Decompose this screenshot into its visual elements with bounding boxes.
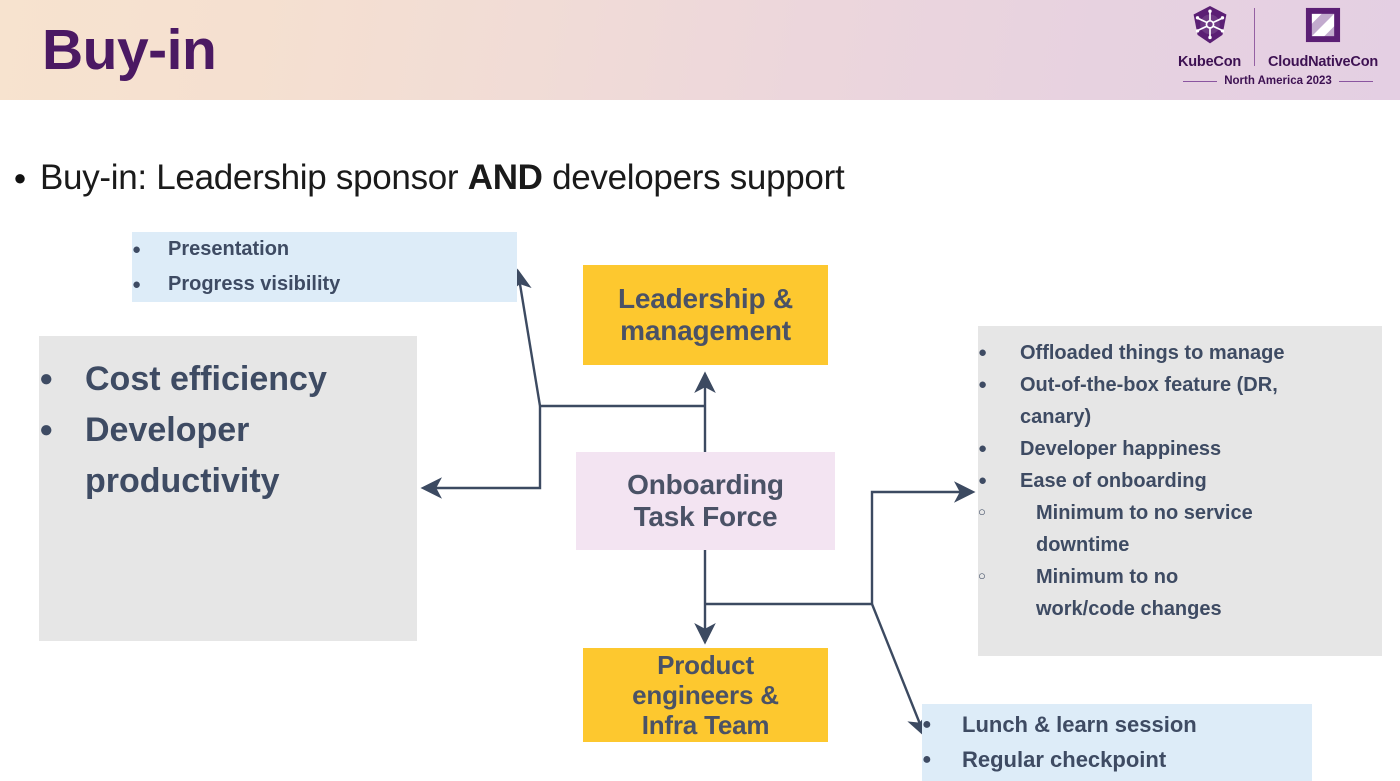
kubernetes-helm-icon [1189, 4, 1231, 51]
connector-to-presentation-card [510, 268, 542, 407]
logo-subtitle: North America 2023 [1224, 75, 1332, 87]
list-item: ● Regular checkpoint [922, 742, 1312, 777]
bullet-dot-icon: ● [132, 241, 142, 258]
page-title: Buy-in [42, 18, 217, 82]
list-item: ● Cost efficiency [39, 354, 417, 405]
list-item-label: Regular checkpoint [962, 747, 1167, 772]
cncf-square-icon [1302, 4, 1344, 51]
list-item: ○ Minimum to no work/code changes [978, 561, 1382, 625]
main-bullet-emphasis: AND [467, 158, 543, 197]
node-taskforce-label-wrap: Onboarding Task Force [576, 452, 835, 550]
logo-rule-right [1338, 80, 1373, 82]
cloudnativecon-wordmark: CloudNativeCon [1268, 54, 1379, 70]
list-item-label: Ease of onboarding [1020, 470, 1207, 492]
logo-rule-left [1183, 80, 1218, 82]
list-item: ● Lunch & learn session [922, 707, 1312, 742]
list-item-label: Minimum to no service downtime [1036, 502, 1253, 556]
main-bullet-suffix: developers support [542, 158, 845, 197]
node-leadership-label-wrap: Leadership & management [583, 265, 828, 365]
node-label-line: Leadership & [618, 282, 793, 314]
list-item-label: Out-of-the-box feature (DR, canary) [1020, 374, 1278, 428]
node-taskforce-label: Onboarding Task Force [576, 469, 835, 534]
kubecon-logo-column: KubeCon [1167, 4, 1252, 70]
list-item-label: Offloaded things to manage [1020, 342, 1285, 364]
bullet-dot-icon: ● [39, 416, 54, 443]
bullet-dot-icon: ● [978, 344, 988, 361]
card-benefits-left: ● Cost efficiency ● Developer productivi… [39, 336, 417, 641]
list-item-label: Developer productivity [85, 411, 280, 500]
node-engineers-label-wrap: Product engineers & Infra Team [583, 648, 828, 742]
benefits-left-list: ● Cost efficiency ● Developer productivi… [39, 336, 417, 507]
main-bullet-text: Buy-in: Leadership sponsor AND developer… [40, 155, 845, 201]
connector-to-benefits-right-card [870, 481, 976, 604]
benefits-right-sublist: ○ Minimum to no service downtime ○ Minim… [978, 497, 1382, 625]
bullet-dot-icon: ● [978, 376, 988, 393]
list-item: ● Ease of onboarding [978, 465, 1382, 497]
node-engineers-label: Product engineers & Infra Team [583, 650, 828, 740]
cloudnativecon-logo-column: CloudNativeCon [1257, 4, 1389, 70]
node-label-line: engineers & [632, 679, 779, 710]
kubecon-cloudnativecon-logo: KubeCon CloudNativeCon North America 202… [1166, 4, 1390, 96]
presentation-list: ● Presentation ● Progress visibility [132, 232, 517, 302]
node-label-line: management [620, 315, 791, 346]
logo-row: KubeCon CloudNativeCon [1167, 4, 1389, 70]
kubecon-wordmark: KubeCon [1177, 54, 1242, 70]
bullet-dot-icon: ● [922, 751, 932, 768]
node-leadership-label: Leadership & management [583, 283, 828, 348]
logo-subtitle-row: North America 2023 [1166, 75, 1390, 87]
list-item: ● Developer productivity [39, 405, 417, 507]
node-label-line: Task Force [633, 501, 778, 532]
main-bullet-line: ● Buy-in: Leadership sponsor AND develop… [0, 155, 1340, 201]
list-item: ○ Minimum to no service downtime [978, 497, 1382, 561]
list-item-label: Progress visibility [168, 273, 341, 295]
list-item: ● Offloaded things to manage [978, 337, 1382, 369]
list-item-label: Presentation [168, 238, 290, 260]
node-onboarding-task-force: Onboarding Task Force [576, 452, 835, 550]
node-product-engineers-infra: Product engineers & Infra Team [583, 648, 828, 742]
list-item-label: Cost efficiency [85, 360, 327, 398]
bullet-dot-icon: ● [13, 165, 27, 190]
bullet-hollow-icon: ○ [978, 568, 986, 583]
bullet-dot-icon: ● [132, 276, 142, 293]
node-label-line: Product [657, 649, 754, 680]
list-item: ● Presentation [132, 232, 517, 267]
connector-to-engagement-card [870, 603, 928, 738]
list-item: ● Out-of-the-box feature (DR, canary) [978, 369, 1382, 433]
node-label-line: Infra Team [641, 710, 770, 741]
bullet-dot-icon: ● [978, 440, 988, 457]
benefits-right-list: ● Offloaded things to manage ● Out-of-th… [978, 326, 1382, 497]
list-item-label: Lunch & learn session [962, 712, 1197, 737]
list-item-label: Minimum to no work/code changes [1036, 566, 1222, 620]
card-benefits-right: ● Offloaded things to manage ● Out-of-th… [978, 326, 1382, 656]
list-item-label: Developer happiness [1020, 438, 1222, 460]
node-leadership-management: Leadership & management [583, 265, 828, 365]
card-presentation: ● Presentation ● Progress visibility [132, 232, 517, 302]
bullet-dot-icon: ● [922, 716, 932, 733]
bullet-dot-icon: ● [39, 365, 54, 392]
connector-to-benefits-left-card [420, 406, 542, 499]
engagement-list: ● Lunch & learn session ● Regular checkp… [922, 704, 1312, 777]
list-item: ● Developer happiness [978, 433, 1382, 465]
node-label-line: Onboarding [627, 468, 784, 500]
bullet-hollow-icon: ○ [978, 504, 986, 519]
main-bullet-prefix: Buy-in: Leadership sponsor [40, 158, 468, 197]
bullet-dot-icon: ● [978, 472, 988, 489]
logo-divider [1254, 8, 1256, 66]
list-item: ● Progress visibility [132, 267, 517, 302]
card-engagement: ● Lunch & learn session ● Regular checkp… [922, 704, 1312, 781]
